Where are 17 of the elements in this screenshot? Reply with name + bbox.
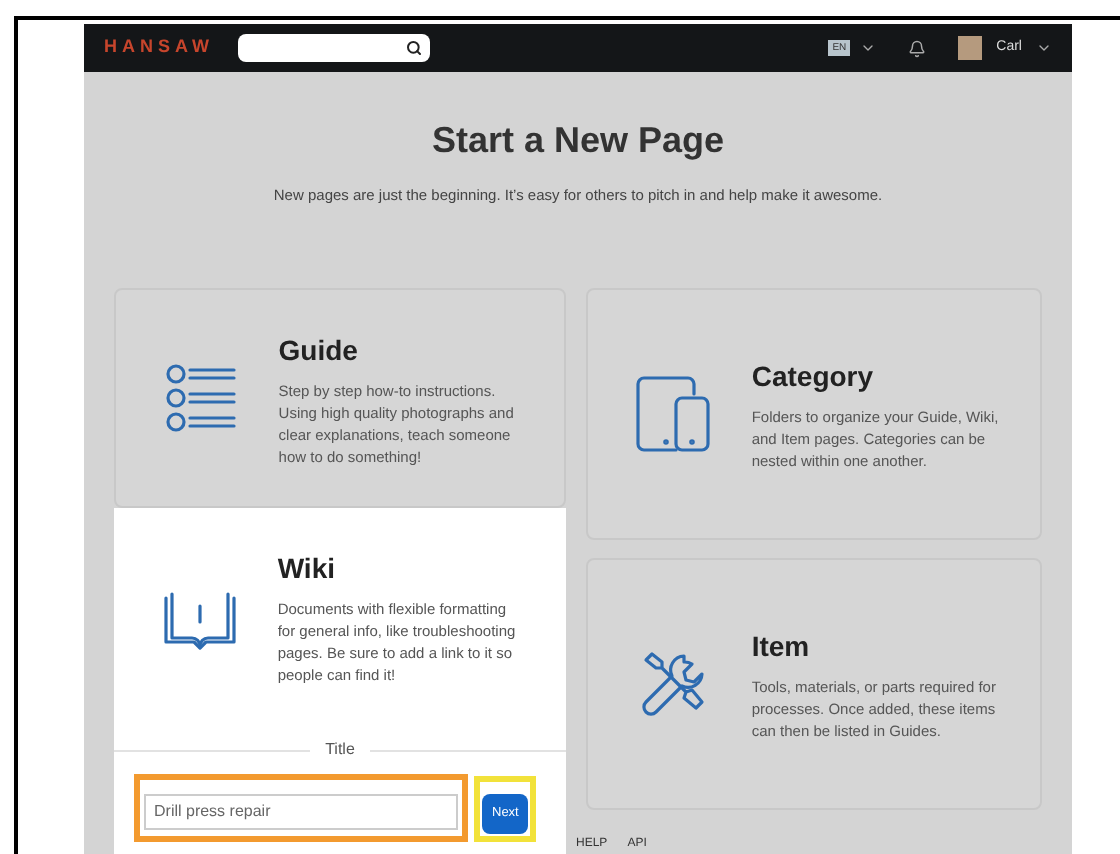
card-title: Item	[751, 628, 812, 667]
chevron-icon[interactable]	[860, 40, 877, 56]
card-title: Category	[751, 358, 876, 397]
bell-icon[interactable]	[908, 39, 927, 57]
field-label: Title	[325, 738, 355, 763]
devices-icon	[635, 374, 712, 455]
logo[interactable]: HANSAW	[104, 34, 214, 62]
chevron-icon[interactable]	[1036, 40, 1052, 56]
search-icon	[406, 40, 422, 56]
avatar-placeholder[interactable]	[958, 36, 983, 60]
page-title: Start a New Page	[431, 118, 725, 164]
search-field[interactable]	[238, 34, 430, 62]
tools-icon	[639, 650, 708, 719]
title-input[interactable]: Drill press repair	[144, 793, 458, 830]
list-icon	[165, 364, 238, 433]
card-title: Guide	[278, 331, 360, 370]
card-title: Wiki	[277, 550, 337, 589]
